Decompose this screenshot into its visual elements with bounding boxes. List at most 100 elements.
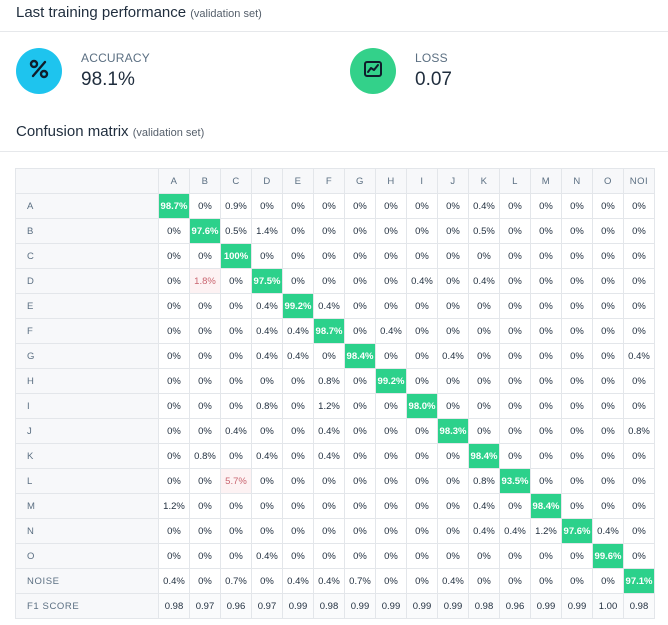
matrix-cell: 0.4% bbox=[468, 493, 500, 519]
matrix-cell: 0% bbox=[623, 493, 655, 519]
row-header: K bbox=[15, 443, 159, 469]
confusion-title: Confusion matrix bbox=[16, 123, 129, 140]
matrix-cell: 0% bbox=[561, 343, 593, 369]
matrix-cell: 0.4% bbox=[313, 568, 345, 594]
matrix-cell: 0% bbox=[561, 293, 593, 319]
matrix-cell: 0% bbox=[220, 293, 252, 319]
matrix-cell: 0% bbox=[158, 268, 190, 294]
matrix-cell: 0% bbox=[158, 243, 190, 269]
matrix-cell: 0% bbox=[251, 243, 283, 269]
matrix-row: NOISE 0.4% 0% 0.7% 0% 0.4% 0.4% 0.7% 0% 0% 0.4% 0% 0… bbox=[15, 568, 655, 594]
matrix-cell: 0.4% bbox=[251, 443, 283, 469]
matrix-cell: 0% bbox=[592, 468, 624, 494]
matrix-row: F 0% 0% 0% 0.4% 0.4% 98.7% 0% 0.4% 0% 0% 0% 0% 0% 0% 0%… bbox=[15, 318, 655, 344]
matrix-cell: 0% bbox=[437, 468, 469, 494]
confusion-subtitle: (validation set) bbox=[132, 127, 205, 139]
matrix-cell: 0% bbox=[406, 518, 438, 544]
matrix-row: K 0% 0.8% 0% 0.4% 0% 0.4% 0% 0% 0% 0% 98.4% 0% 0% 0% 0%… bbox=[15, 443, 655, 469]
matrix-row: N 0% 0% 0% 0% 0% 0% 0% 0% 0% 0% 0.4% 0.4% 1.2% 97.6% 0.… bbox=[15, 518, 655, 544]
matrix-cell: 0% bbox=[592, 193, 624, 219]
matrix-cell: 0% bbox=[189, 343, 221, 369]
matrix-cell: 0% bbox=[189, 293, 221, 319]
f1-score-cell: 1.00 bbox=[592, 593, 624, 619]
matrix-cell: 0% bbox=[313, 493, 345, 519]
matrix-cell: 0% bbox=[158, 368, 190, 394]
matrix-cell: 0.4% bbox=[251, 293, 283, 319]
matrix-cell: 0.4% bbox=[437, 343, 469, 369]
matrix-cell: 0% bbox=[375, 268, 407, 294]
matrix-cell: 0% bbox=[406, 368, 438, 394]
matrix-cell: 0% bbox=[313, 343, 345, 369]
matrix-cell: 0% bbox=[251, 368, 283, 394]
matrix-cell: 0% bbox=[313, 243, 345, 269]
matrix-cell: 0% bbox=[375, 218, 407, 244]
matrix-cell: 0% bbox=[561, 268, 593, 294]
matrix-cell: 0% bbox=[251, 418, 283, 444]
matrix-cell: 0% bbox=[189, 393, 221, 419]
matrix-cell-diagonal: 98.4% bbox=[468, 443, 500, 469]
row-header: F bbox=[15, 318, 159, 344]
matrix-cell: 0% bbox=[406, 468, 438, 494]
matrix-cell: 0% bbox=[437, 518, 469, 544]
matrix-cell: 0% bbox=[468, 318, 500, 344]
matrix-cell: 0% bbox=[189, 318, 221, 344]
matrix-cell: 0.4% bbox=[251, 343, 283, 369]
line-chart-icon bbox=[362, 58, 384, 85]
column-header: L bbox=[499, 168, 531, 194]
matrix-cell: 0% bbox=[406, 343, 438, 369]
matrix-cell: 1.2% bbox=[313, 393, 345, 419]
matrix-cell: 0% bbox=[344, 418, 376, 444]
matrix-cell: 0% bbox=[220, 368, 252, 394]
matrix-cell: 0.4% bbox=[282, 568, 314, 594]
matrix-cell: 0% bbox=[437, 493, 469, 519]
matrix-cell: 0% bbox=[251, 518, 283, 544]
matrix-cell: 0% bbox=[437, 443, 469, 469]
row-header: A bbox=[15, 193, 159, 219]
matrix-cell: 0% bbox=[282, 518, 314, 544]
performance-subtitle: (validation set) bbox=[190, 8, 262, 20]
matrix-cell: 0.4% bbox=[251, 543, 283, 569]
matrix-cell: 0% bbox=[344, 393, 376, 419]
matrix-cell: 0% bbox=[561, 468, 593, 494]
matrix-cell-error: 1.8% bbox=[189, 268, 221, 294]
matrix-cell: 0.4% bbox=[251, 318, 283, 344]
matrix-cell: 0% bbox=[499, 268, 531, 294]
matrix-cell: 0% bbox=[375, 393, 407, 419]
matrix-cell: 0% bbox=[623, 318, 655, 344]
matrix-cell-diagonal: 98.7% bbox=[158, 193, 190, 219]
matrix-cell: 0% bbox=[437, 543, 469, 569]
matrix-cell: 0% bbox=[375, 493, 407, 519]
matrix-cell: 0% bbox=[592, 293, 624, 319]
matrix-cell: 0% bbox=[592, 443, 624, 469]
matrix-cell: 0% bbox=[592, 318, 624, 344]
f1-score-cell: 0.99 bbox=[406, 593, 438, 619]
matrix-cell: 0% bbox=[499, 368, 531, 394]
matrix-cell: 0% bbox=[158, 443, 190, 469]
confusion-matrix: A B C D E F G H I J K L M N O NOI A 98.7% 0% 0.9% 0% 0% 0% 0% 0… bbox=[15, 168, 655, 619]
column-header: E bbox=[282, 168, 314, 194]
matrix-cell: 0% bbox=[220, 543, 252, 569]
matrix-cell: 0% bbox=[468, 543, 500, 569]
matrix-cell: 0% bbox=[251, 493, 283, 519]
matrix-cell: 0% bbox=[375, 543, 407, 569]
matrix-cell: 0% bbox=[437, 268, 469, 294]
matrix-cell: 0% bbox=[561, 568, 593, 594]
loss-value: 0.07 bbox=[415, 69, 452, 90]
matrix-cell: 0% bbox=[313, 468, 345, 494]
matrix-row: E 0% 0% 0% 0.4% 99.2% 0.4% 0% 0% 0% 0% 0% 0% 0% 0% 0% 0% bbox=[15, 293, 655, 319]
matrix-cell: 0% bbox=[499, 418, 531, 444]
f1-score-cell: 0.99 bbox=[282, 593, 314, 619]
matrix-cell: 0% bbox=[344, 318, 376, 344]
matrix-cell: 0.4% bbox=[158, 568, 190, 594]
matrix-cell: 0% bbox=[406, 443, 438, 469]
matrix-cell: 0% bbox=[344, 543, 376, 569]
matrix-cell: 0% bbox=[344, 218, 376, 244]
matrix-cell: 0% bbox=[499, 493, 531, 519]
performance-header: Last training performance (validation se… bbox=[16, 4, 262, 21]
matrix-cell: 0% bbox=[437, 393, 469, 419]
matrix-row: O 0% 0% 0% 0.4% 0% 0% 0% 0% 0% 0% 0% 0% 0% 0% 99.6% 0% bbox=[15, 543, 655, 569]
matrix-cell: 0.4% bbox=[313, 418, 345, 444]
matrix-cell: 0% bbox=[158, 418, 190, 444]
matrix-cell: 0% bbox=[468, 343, 500, 369]
matrix-cell: 0% bbox=[499, 393, 531, 419]
